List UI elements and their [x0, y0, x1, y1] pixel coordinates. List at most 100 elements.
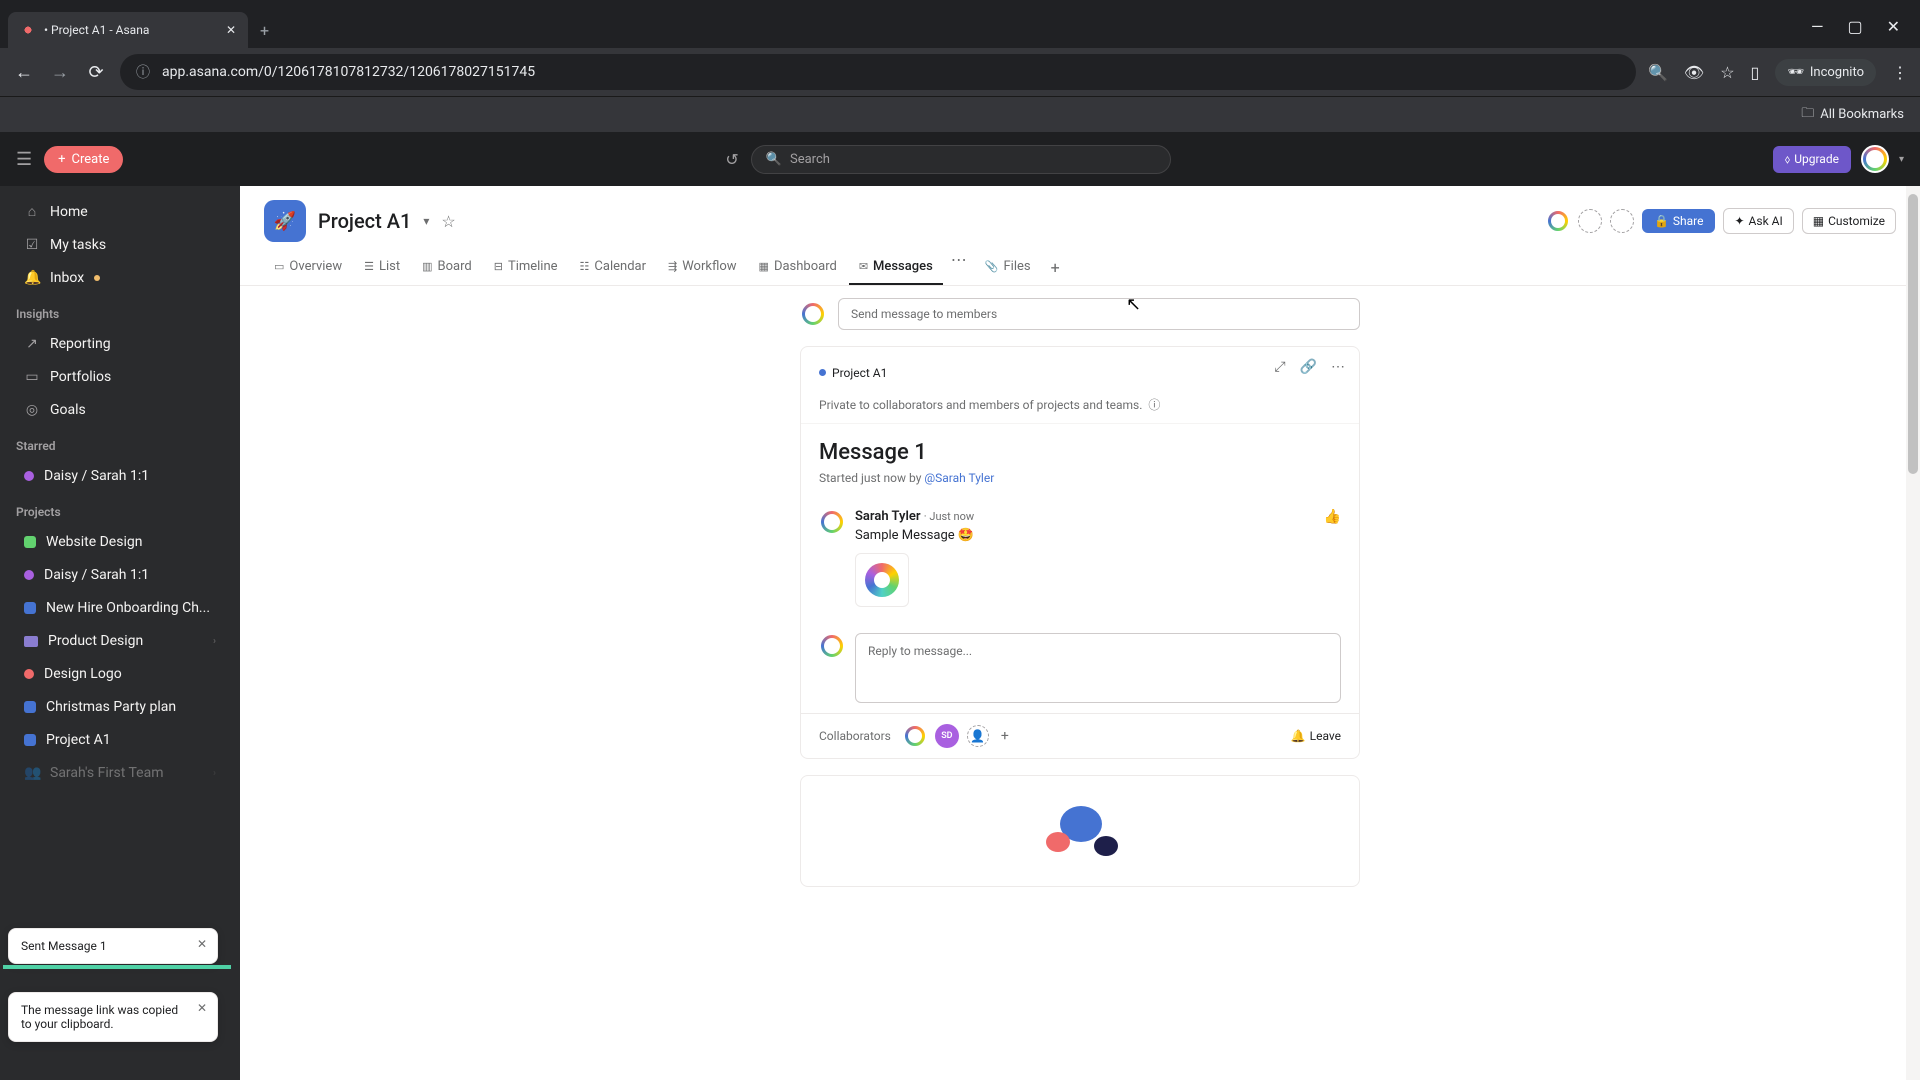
sidebar-item-project[interactable]: Design Logo — [8, 658, 232, 690]
sidebar: ⌂ Home ☑ My tasks 🔔 Inbox Insights ↗ Rep… — [0, 186, 240, 1080]
browser-tab[interactable]: • Project A1 - Asana ✕ — [8, 12, 248, 48]
create-button[interactable]: + Create — [44, 146, 123, 173]
history-icon[interactable]: ↺ — [725, 150, 738, 169]
help-icon[interactable]: ⓘ — [1148, 396, 1160, 413]
sidebar-item-starred-project[interactable]: Daisy / Sarah 1:1 — [8, 460, 232, 492]
reply-input[interactable]: Reply to message... — [855, 633, 1341, 703]
like-icon[interactable]: 👍 — [1324, 509, 1341, 607]
share-button[interactable]: 🔒 Share — [1642, 209, 1716, 233]
compose-input[interactable]: Send message to members — [838, 298, 1360, 330]
tab-calendar[interactable]: ☷Calendar — [570, 250, 656, 285]
collaborators-label: Collaborators — [819, 729, 891, 743]
side-panel-icon[interactable]: ▯ — [1751, 63, 1760, 82]
member-avatar[interactable] — [1546, 209, 1570, 233]
visibility-off-icon[interactable]: 👁 — [1684, 63, 1704, 82]
forward-button[interactable]: → — [48, 62, 72, 83]
reply-section: Reply to message... — [801, 623, 1359, 713]
timeline-icon: ⊟ — [494, 260, 503, 273]
hamburger-menu-icon[interactable]: ☰ — [16, 149, 32, 170]
chevron-right-icon[interactable]: › — [213, 636, 216, 647]
project-color-icon — [24, 701, 36, 713]
copy-link-icon[interactable]: 🔗 — [1300, 359, 1317, 375]
close-icon[interactable]: ✕ — [197, 937, 207, 951]
chevron-down-icon[interactable]: ▾ — [423, 214, 429, 228]
maximize-icon[interactable]: ▢ — [1847, 17, 1862, 36]
tab-timeline[interactable]: ⊟Timeline — [484, 250, 568, 285]
tab-more-icon[interactable]: ⋯ — [945, 250, 973, 285]
bookmark-star-icon[interactable]: ☆ — [1720, 63, 1734, 82]
sidebar-item-reporting[interactable]: ↗ Reporting — [8, 328, 232, 360]
tab-board[interactable]: ▥Board — [412, 250, 482, 285]
close-icon[interactable]: ✕ — [197, 1001, 207, 1015]
sidebar-item-project[interactable]: Project A1 — [8, 724, 232, 756]
project-chip[interactable]: Project A1 — [819, 366, 887, 380]
sidebar-item-project[interactable]: Website Design — [8, 526, 232, 558]
add-collaborator-placeholder[interactable]: 👤 — [967, 725, 989, 747]
incognito-label: Incognito — [1810, 65, 1864, 80]
project-title[interactable]: Project A1 — [318, 209, 411, 233]
search-icon[interactable]: 🔍 — [1648, 63, 1668, 82]
incognito-badge[interactable]: 🕶 Incognito — [1775, 59, 1876, 86]
tab-dashboard[interactable]: ▦Dashboard — [749, 250, 847, 285]
attachment-thumbnail[interactable] — [855, 553, 909, 607]
close-window-icon[interactable]: ✕ — [1887, 17, 1900, 36]
sidebar-item-project-folder[interactable]: Product Design › — [8, 625, 232, 657]
ask-ai-label: Ask AI — [1749, 214, 1783, 228]
bell-icon: 🔔 — [24, 270, 40, 286]
chevron-right-icon[interactable]: › — [213, 768, 216, 779]
sidebar-item-project[interactable]: New Hire Onboarding Ch... — [8, 592, 232, 624]
expand-icon[interactable]: ⤢ — [1274, 359, 1285, 375]
sidebar-item-team[interactable]: 👥 Sarah's First Team › — [8, 757, 232, 789]
upgrade-button[interactable]: ⬨ Upgrade — [1773, 146, 1851, 173]
author-link[interactable]: @Sarah Tyler — [924, 471, 994, 485]
back-button[interactable]: ← — [12, 62, 36, 83]
customize-button[interactable]: ▦ Customize — [1802, 208, 1896, 234]
sidebar-item-portfolios[interactable]: ▭ Portfolios — [8, 361, 232, 393]
add-collaborator-button[interactable]: + — [1001, 728, 1009, 744]
empty-state-card — [800, 775, 1360, 887]
scrollbar[interactable] — [1906, 186, 1920, 1080]
project-icon[interactable]: 🚀 — [264, 200, 306, 242]
leave-button[interactable]: 🔔 Leave — [1291, 729, 1341, 743]
sidebar-item-inbox[interactable]: 🔔 Inbox — [8, 262, 232, 294]
project-color-icon — [24, 471, 34, 481]
site-info-icon[interactable]: ⓘ — [136, 62, 150, 82]
upgrade-label: Upgrade — [1794, 152, 1839, 166]
sidebar-item-project[interactable]: Christmas Party plan — [8, 691, 232, 723]
collaborator-avatar[interactable]: SD — [935, 724, 959, 748]
sidebar-item-my-tasks[interactable]: ☑ My tasks — [8, 229, 232, 261]
tab-overview[interactable]: ▭Overview — [264, 250, 352, 285]
new-tab-button[interactable]: + — [248, 13, 281, 48]
browser-menu-icon[interactable]: ⋮ — [1892, 63, 1908, 82]
reload-button[interactable]: ⟳ — [84, 62, 108, 83]
minimize-icon[interactable]: — — [1811, 17, 1824, 36]
star-icon[interactable]: ☆ — [441, 212, 455, 231]
chevron-down-icon[interactable]: ▾ — [1899, 154, 1904, 165]
ask-ai-button[interactable]: ✦ Ask AI — [1723, 208, 1793, 234]
tab-files[interactable]: 📎Files — [975, 250, 1041, 285]
more-icon[interactable]: ⋯ — [1331, 359, 1345, 375]
tab-workflow[interactable]: ⇶Workflow — [658, 250, 747, 285]
collaborator-avatar[interactable] — [903, 724, 927, 748]
tab-list[interactable]: ☰List — [354, 250, 410, 285]
member-placeholder[interactable] — [1610, 209, 1634, 233]
sidebar-item-home[interactable]: ⌂ Home — [8, 195, 232, 228]
all-bookmarks-button[interactable]: 🗀 All Bookmarks — [1801, 104, 1904, 126]
member-placeholder[interactable] — [1578, 209, 1602, 233]
scrollbar-thumb[interactable] — [1908, 194, 1918, 474]
search-input[interactable]: 🔍 Search — [751, 145, 1171, 174]
sidebar-label: Daisy / Sarah 1:1 — [44, 567, 149, 583]
author-avatar[interactable] — [819, 509, 845, 535]
sidebar-item-project[interactable]: Daisy / Sarah 1:1 — [8, 559, 232, 591]
sidebar-item-goals[interactable]: ◎ Goals — [8, 394, 232, 426]
project-color-icon — [24, 669, 34, 679]
user-avatar[interactable] — [1861, 145, 1889, 173]
tab-messages[interactable]: ✉Messages — [849, 250, 943, 285]
close-tab-icon[interactable]: ✕ — [226, 23, 236, 37]
attachment-image — [865, 563, 899, 597]
add-tab-icon[interactable]: + — [1043, 250, 1068, 285]
project-tabs: ▭Overview ☰List ▥Board ⊟Timeline ☷Calend… — [264, 250, 1896, 285]
address-bar[interactable]: ⓘ app.asana.com/0/1206178107812732/12061… — [120, 54, 1636, 90]
goals-icon: ◎ — [24, 402, 40, 418]
author-name[interactable]: Sarah Tyler — [855, 509, 921, 524]
